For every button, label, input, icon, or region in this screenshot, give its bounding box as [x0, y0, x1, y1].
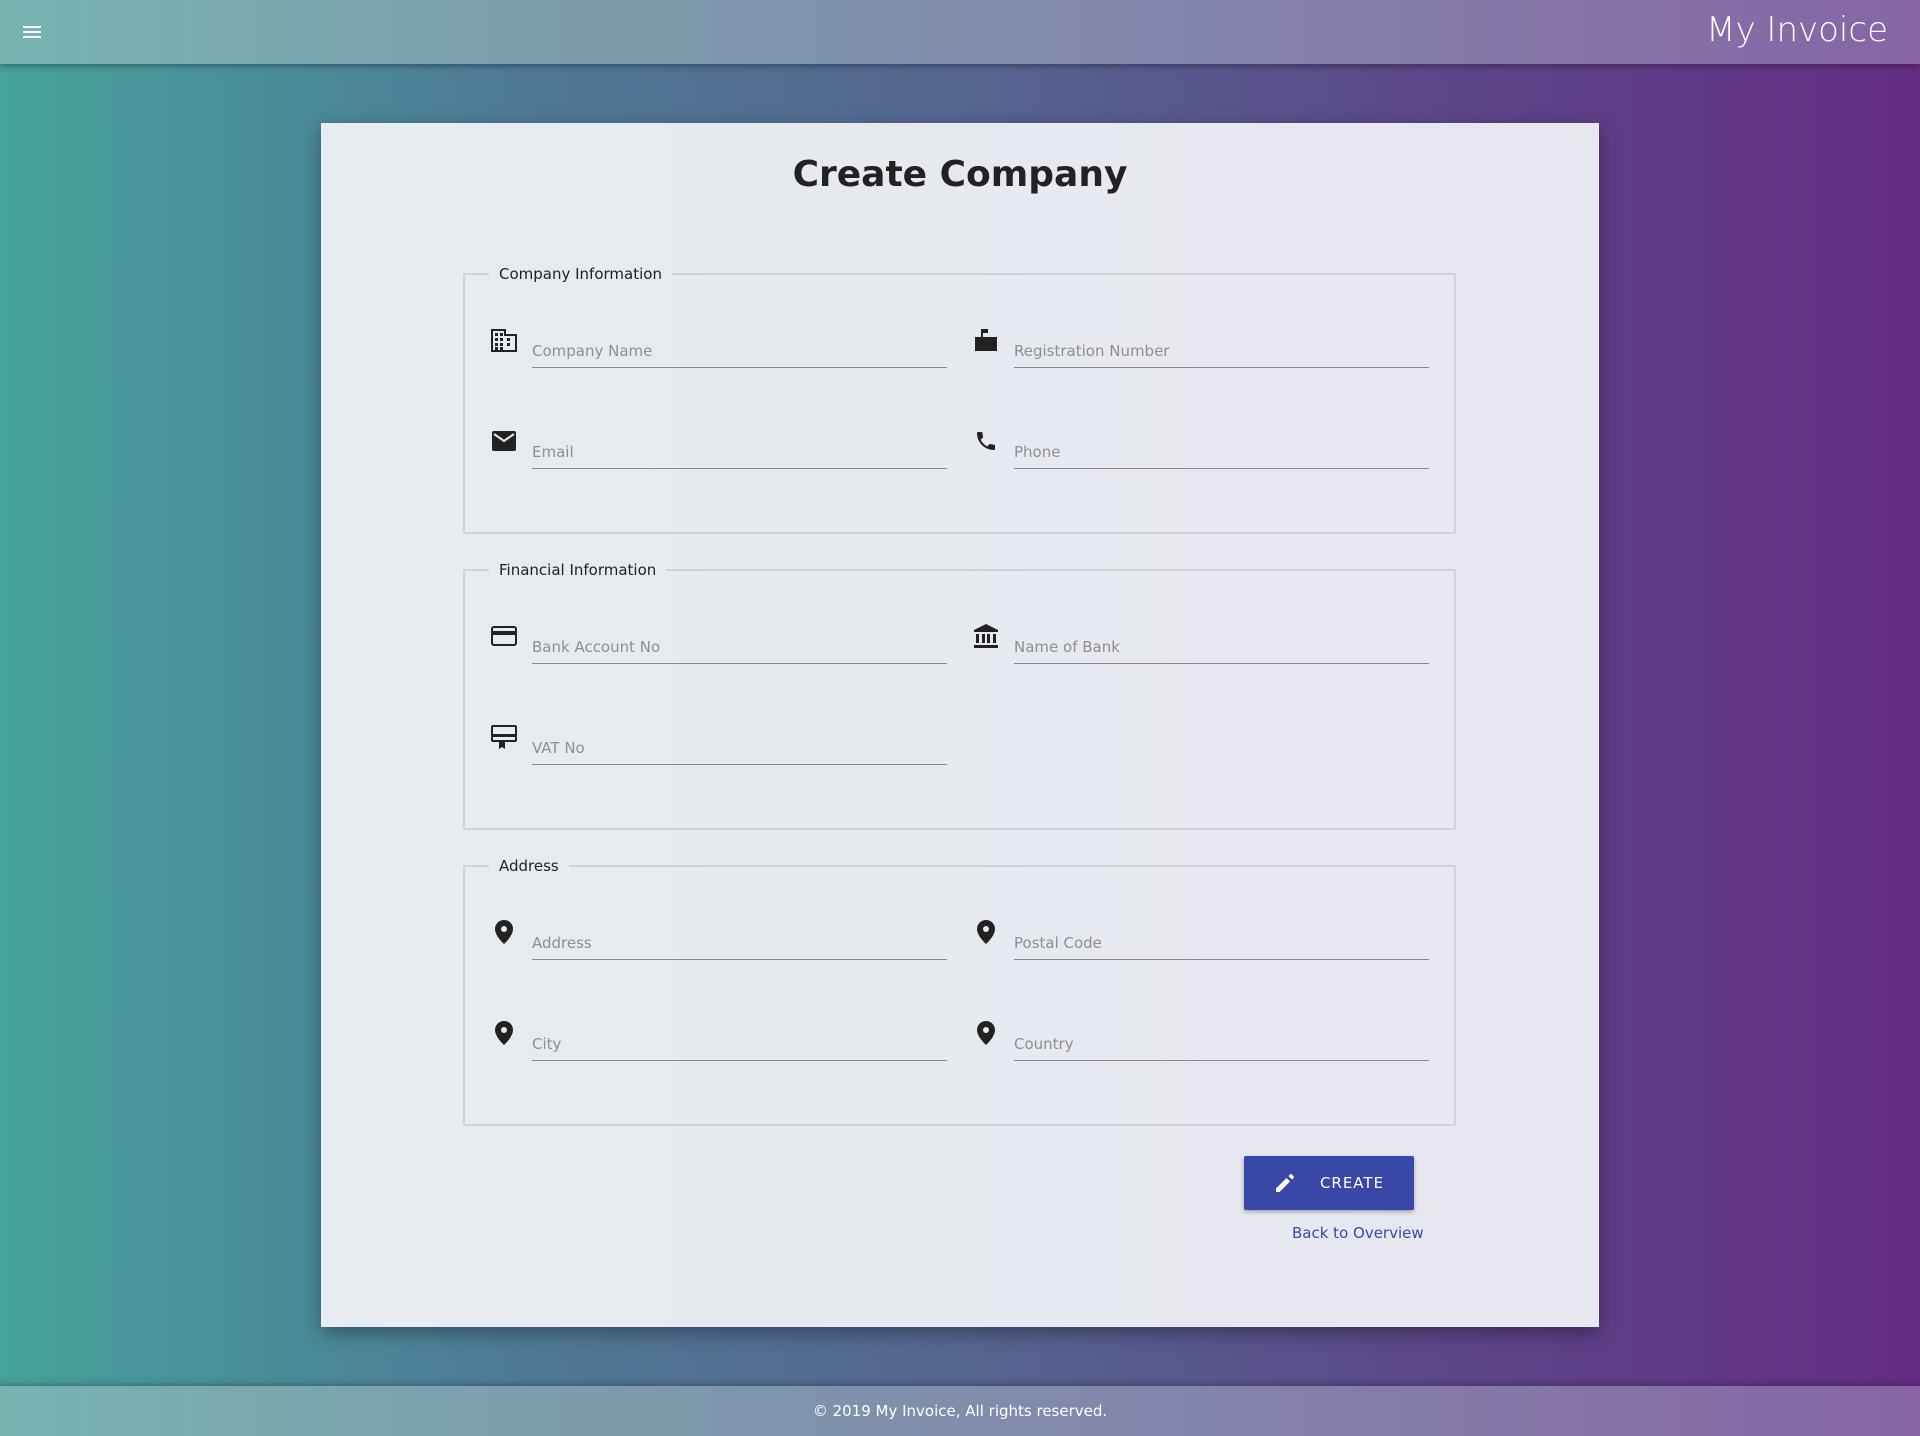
- envelope-icon: [490, 427, 518, 455]
- footer: © 2019 My Invoice, All rights reserved.: [0, 1386, 1920, 1436]
- location-pin-icon: [490, 918, 518, 946]
- section-legend: Company Information: [499, 265, 662, 283]
- address-field: [490, 918, 950, 968]
- city-input[interactable]: [532, 1027, 947, 1061]
- vat-field: [490, 723, 950, 773]
- menu-icon: [23, 26, 41, 38]
- phone-field: [972, 427, 1432, 477]
- app-bar: My Invoice: [0, 0, 1920, 64]
- country-input[interactable]: [1014, 1027, 1429, 1061]
- building-icon: [490, 326, 518, 354]
- address-input[interactable]: [532, 926, 947, 960]
- company-name-input[interactable]: [532, 334, 947, 368]
- section-legend: Financial Information: [499, 561, 657, 579]
- city-field: [490, 1019, 950, 1069]
- registration-number-input[interactable]: [1014, 334, 1429, 368]
- bank-icon: [972, 622, 1000, 650]
- address-section: Address: [463, 857, 1456, 1126]
- create-button[interactable]: CREATE: [1244, 1156, 1414, 1210]
- menu-button[interactable]: [14, 14, 50, 50]
- app-title: My Invoice: [1706, 10, 1888, 50]
- certificate-icon: [490, 723, 518, 751]
- create-button-label: CREATE: [1319, 1174, 1385, 1192]
- postal-code-input[interactable]: [1014, 926, 1429, 960]
- company-name-field: [490, 326, 950, 376]
- bank-account-input[interactable]: [532, 630, 947, 664]
- location-pin-icon: [972, 918, 1000, 946]
- phone-icon: [972, 427, 1000, 455]
- bank-name-field: [972, 622, 1432, 672]
- vat-input[interactable]: [532, 731, 947, 765]
- postal-code-field: [972, 918, 1432, 968]
- email-input[interactable]: [532, 435, 947, 469]
- pencil-icon: [1275, 1174, 1294, 1192]
- phone-input[interactable]: [1014, 435, 1429, 469]
- mailbox-icon: [972, 326, 1000, 354]
- company-information-section: Company Information: [463, 265, 1456, 534]
- country-field: [972, 1019, 1432, 1069]
- bank-name-input[interactable]: [1014, 630, 1429, 664]
- page-title: Create Company: [792, 154, 1128, 195]
- email-field: [490, 427, 950, 477]
- location-pin-icon: [972, 1019, 1000, 1047]
- section-legend: Address: [499, 857, 559, 875]
- registration-number-field: [972, 326, 1432, 376]
- back-to-overview-link[interactable]: Back to Overview: [1292, 1224, 1424, 1242]
- financial-information-section: Financial Information: [463, 561, 1456, 830]
- bank-account-field: [490, 622, 950, 672]
- copyright-text: © 2019 My Invoice, All rights reserved.: [812, 1402, 1108, 1420]
- credit-card-icon: [490, 622, 518, 650]
- location-pin-icon: [490, 1019, 518, 1047]
